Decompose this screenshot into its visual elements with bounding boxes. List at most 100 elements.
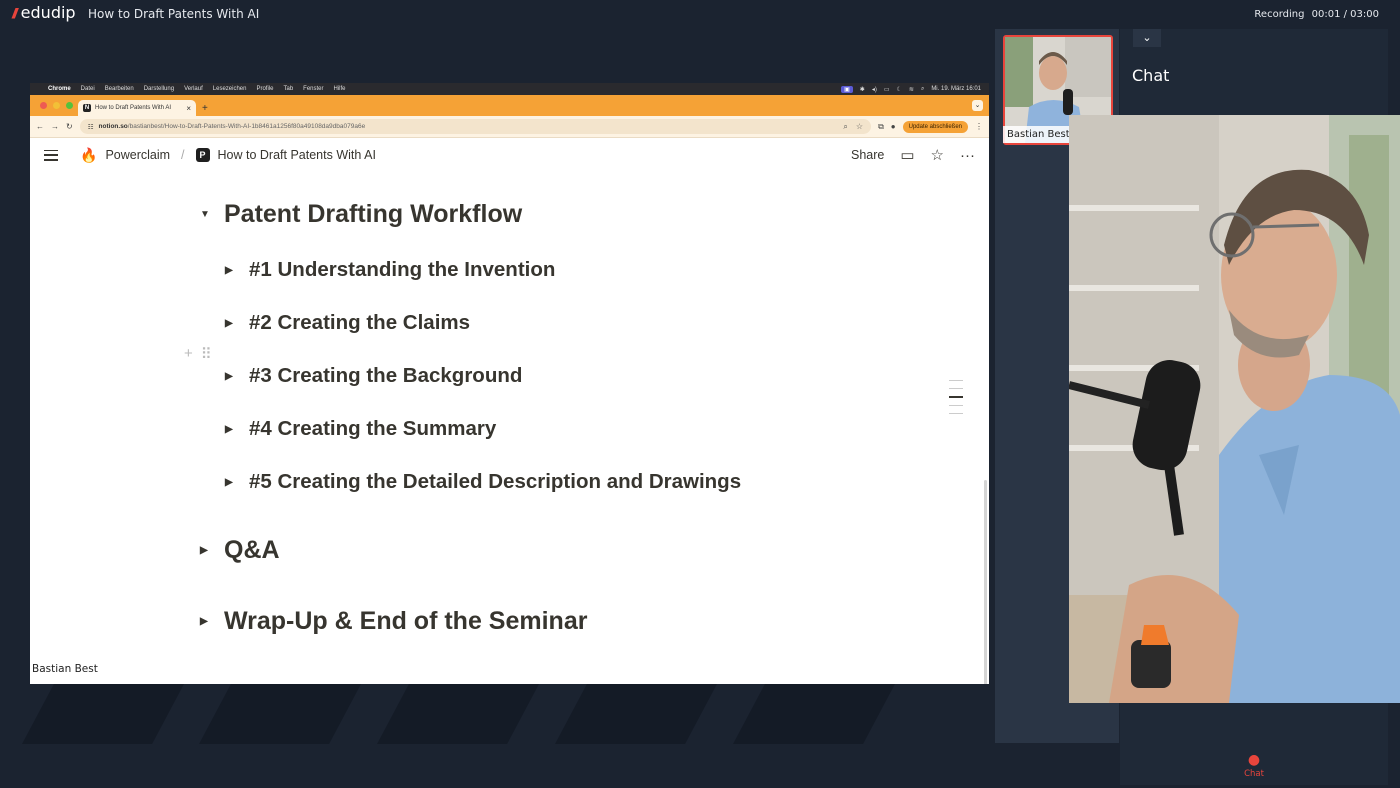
- search-icon: ⌕: [920, 85, 925, 92]
- decor-stripe: [377, 684, 539, 744]
- toggle-wrapup: ▶ Wrap-Up & End of the Seminar: [200, 607, 587, 636]
- toggle-title: Patent Drafting Workflow: [224, 200, 523, 228]
- settings-icon: ✱: [859, 86, 865, 93]
- profile-avatar-icon: ●: [890, 122, 896, 131]
- menu-app-name: Chrome: [48, 86, 71, 92]
- edudip-logo: /// edudip: [12, 3, 76, 22]
- close-icon: ×: [186, 103, 191, 113]
- toggle-open-icon: ▼: [200, 209, 210, 220]
- presenter-video-image: [1069, 115, 1400, 703]
- update-button: Update abschließen: [902, 120, 968, 133]
- toggle-title: #1 Understanding the Invention: [249, 258, 556, 281]
- star-icon: ☆: [930, 147, 944, 164]
- toggle-title: #5 Creating the Detailed Description and…: [249, 470, 742, 493]
- address-bar: ← → ↻ ☷ notion.so/bastianbest/How-to-Dra…: [30, 116, 989, 138]
- recording-status: Recording 00:01 / 03:00: [1254, 9, 1379, 20]
- notion-favicon-icon: N: [83, 104, 91, 112]
- presenter-video: [1069, 115, 1400, 703]
- toggle-qa: ▶ Q&A: [200, 536, 280, 565]
- decor-stripe: [555, 684, 717, 744]
- site-settings-icon: ☷: [87, 123, 94, 131]
- battery-icon: ▭: [883, 86, 890, 93]
- more-options-icon: ···: [960, 146, 975, 164]
- brand-slashes-icon: ///: [12, 4, 17, 21]
- notion-topbar: 🔥 Powerclaim / P How to Draft Patents Wi…: [30, 138, 989, 172]
- toggle-step3: ▶ #3 Creating the Background: [225, 364, 522, 388]
- reload-icon: ↻: [66, 122, 73, 131]
- toggle-closed-icon: ▶: [200, 545, 208, 556]
- forward-icon: →: [51, 122, 59, 131]
- recording-time: 00:01 / 03:00: [1311, 9, 1379, 20]
- drag-handle-icon: ⠿: [200, 346, 212, 363]
- chevron-down-icon: ⌄: [972, 100, 983, 111]
- page-icon: P: [195, 148, 210, 162]
- thumbnail-name-label: Bastian Best: [1003, 126, 1075, 143]
- toggle-workflow: ▼ Patent Drafting Workflow: [200, 200, 522, 229]
- toggle-closed-icon: ▶: [225, 423, 233, 435]
- moon-icon: ☾: [896, 86, 902, 93]
- new-tab-icon: +: [202, 103, 208, 114]
- toggle-step1: ▶ #1 Understanding the Invention: [225, 258, 555, 282]
- toggle-closed-icon: ▶: [225, 476, 233, 488]
- menu-clock: Mi. 19. März 16:01: [931, 86, 981, 92]
- zoom-icon: ⌕: [843, 121, 848, 131]
- more-icon: ⋮: [975, 122, 983, 131]
- url-host: notion.so: [98, 123, 128, 130]
- menu-item: Fenster: [303, 86, 324, 92]
- add-block-icon: +: [184, 345, 193, 362]
- bookmark-star-icon: ☆: [855, 121, 864, 131]
- recording-label: Recording: [1254, 9, 1305, 20]
- chat-bubble-icon: ●: [1247, 752, 1261, 768]
- toggle-title: #3 Creating the Background: [249, 364, 523, 387]
- breadcrumb-page: How to Draft Patents With AI: [217, 148, 376, 162]
- window-controls: [40, 102, 73, 109]
- toggle-closed-icon: ▶: [225, 370, 233, 382]
- hamburger-menu-icon: [44, 149, 58, 161]
- toggle-closed-icon: ▶: [200, 616, 208, 627]
- fire-icon: 🔥: [80, 146, 98, 163]
- browser-tab-title: How to Draft Patents With AI: [95, 105, 172, 111]
- minimize-window-icon: [53, 102, 60, 109]
- shared-screen: Chrome Datei Bearbeiten Darstellung Verl…: [30, 83, 989, 684]
- menu-item: Datei: [80, 86, 95, 92]
- presenter-caption: Bastian Best: [32, 663, 98, 675]
- chat-tab-label: Chat: [1244, 769, 1264, 779]
- brand-name: edudip: [20, 3, 76, 22]
- close-window-icon: [40, 102, 47, 109]
- scrollbar: [984, 480, 987, 684]
- table-of-contents-minimap: [949, 380, 963, 414]
- url-path: /bastianbest/How-to-Draft-Patents-With-A…: [127, 123, 366, 130]
- toggle-title: #4 Creating the Summary: [249, 417, 497, 440]
- back-icon: ←: [36, 122, 44, 131]
- toggle-closed-icon: ▶: [225, 264, 233, 276]
- menu-item: Darstellung: [143, 86, 175, 92]
- top-bar: /// edudip How to Draft Patents With AI …: [0, 0, 1400, 28]
- url-field: ☷ notion.so/bastianbest/How-to-Draft-Pat…: [79, 119, 872, 134]
- mac-menu-bar: Chrome Datei Bearbeiten Darstellung Verl…: [30, 83, 989, 95]
- maximize-window-icon: [66, 102, 73, 109]
- menu-item: Verlauf: [184, 86, 203, 92]
- notion-page-body: ▼ Patent Drafting Workflow ▶ #1 Understa…: [30, 172, 989, 684]
- extensions-icon: ⧉: [878, 121, 884, 131]
- toggle-title: Q&A: [224, 536, 280, 564]
- chevron-down-icon[interactable]: ⌄: [1133, 29, 1161, 47]
- chat-tab-button[interactable]: ● Chat: [1232, 752, 1276, 779]
- toggle-title: Wrap-Up & End of the Seminar: [224, 607, 588, 635]
- browser-tab: N How to Draft Patents With AI ×: [78, 100, 196, 116]
- breadcrumb-workspace: Powerclaim: [105, 148, 171, 162]
- toggle-step5: ▶ #5 Creating the Detailed Description a…: [225, 470, 741, 494]
- toggle-step4: ▶ #4 Creating the Summary: [225, 417, 496, 441]
- decor-stripe: [199, 684, 361, 744]
- block-handle: + ⠿: [184, 345, 212, 363]
- menu-item: Profile: [256, 86, 274, 92]
- breadcrumb-separator: /: [181, 148, 185, 162]
- comment-icon: ▭: [900, 147, 915, 164]
- decor-stripe: [733, 684, 895, 744]
- wifi-icon: ≋: [908, 86, 914, 93]
- menu-item: Tab: [283, 86, 294, 92]
- menu-item: Hilfe: [333, 86, 346, 92]
- menu-item: Bearbeiten: [104, 86, 134, 92]
- toggle-step2: ▶ #2 Creating the Claims: [225, 311, 470, 335]
- toggle-title: #2 Creating the Claims: [249, 311, 471, 334]
- volume-icon: ◂): [871, 86, 877, 93]
